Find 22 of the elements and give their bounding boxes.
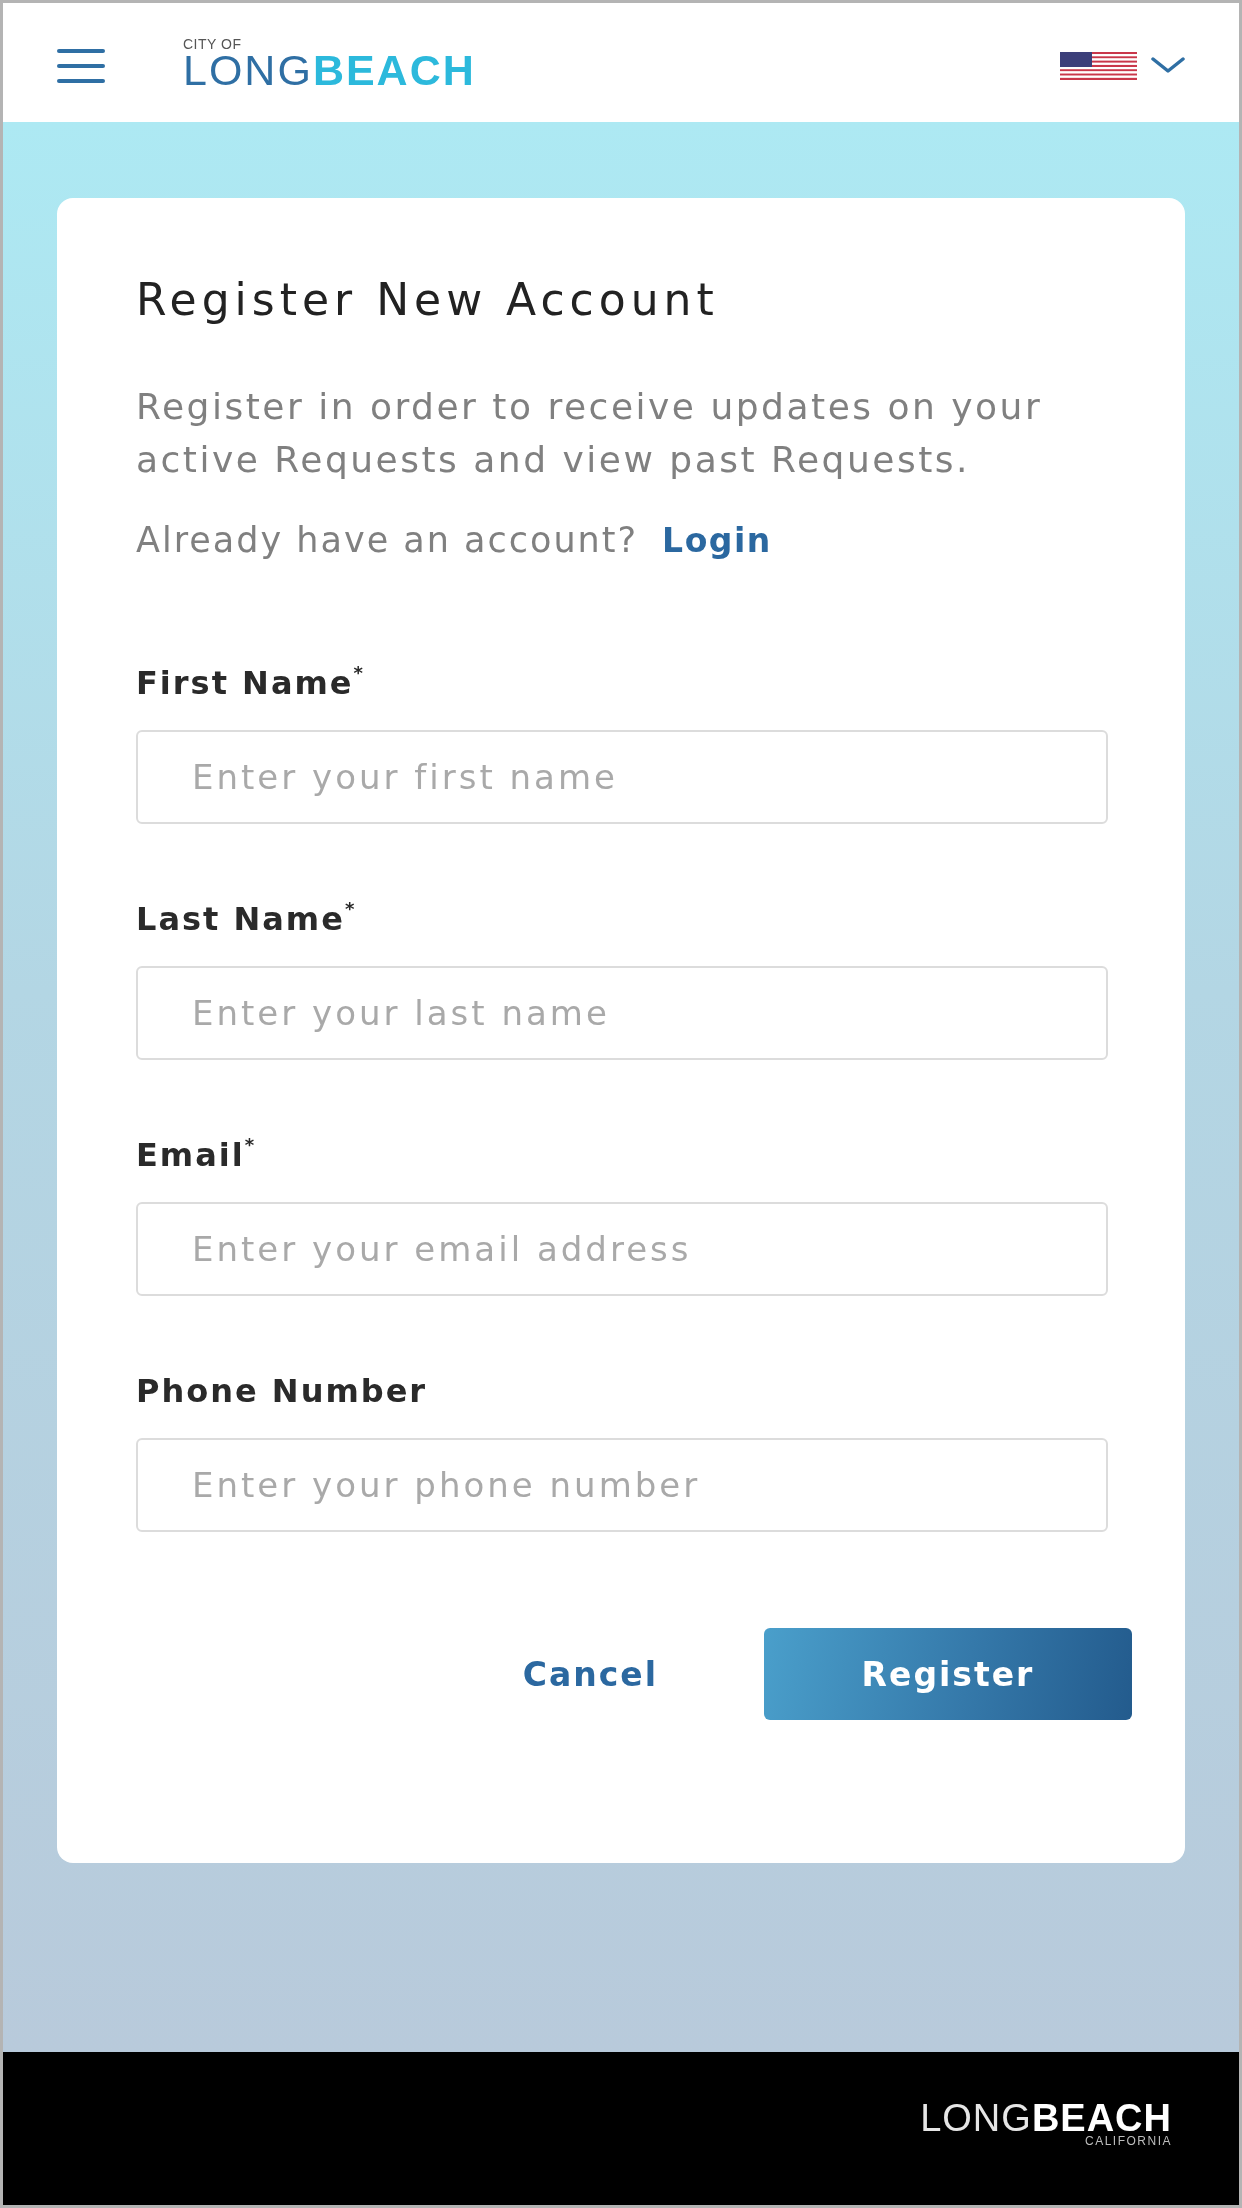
logo-city-text: CITY OF — [183, 36, 243, 51]
footer-logo-subtitle: CALIFORNIA — [1085, 2134, 1172, 2147]
field-label: Phone Number — [136, 1371, 429, 1411]
field-label: Last Name$^{*}$ — [136, 899, 358, 939]
input-field[interactable]: Enter your email address — [136, 1202, 1108, 1296]
input-field[interactable]: Enter your last name — [136, 966, 1108, 1060]
field-label: Email$^{*}$ — [136, 1135, 258, 1175]
form-description: Register in order to receive updates on your active Requests and view past Requests. — [136, 385, 1044, 482]
menu-button[interactable] — [57, 48, 105, 83]
login-link[interactable]: Login — [662, 514, 772, 567]
flag-icon — [1060, 51, 1137, 80]
language-selector[interactable] — [1060, 51, 1185, 80]
input-field[interactable]: Enter your phone number — [136, 1438, 1108, 1532]
chevron-down-icon — [1151, 57, 1185, 74]
logo-wordmark: LONGBEACH — [183, 50, 476, 89]
input-field[interactable]: Enter your first name — [136, 730, 1108, 824]
field-label: First Name$^{*}$ — [136, 663, 366, 703]
register-button[interactable]: Register — [764, 1628, 1132, 1720]
footer-logo-wordmark: LONGBEACH — [920, 2100, 1172, 2135]
form-title: Register New Account — [136, 276, 720, 324]
cancel-button[interactable]: Cancel — [476, 1628, 704, 1720]
login-prompt: Already have an account? — [136, 519, 639, 562]
